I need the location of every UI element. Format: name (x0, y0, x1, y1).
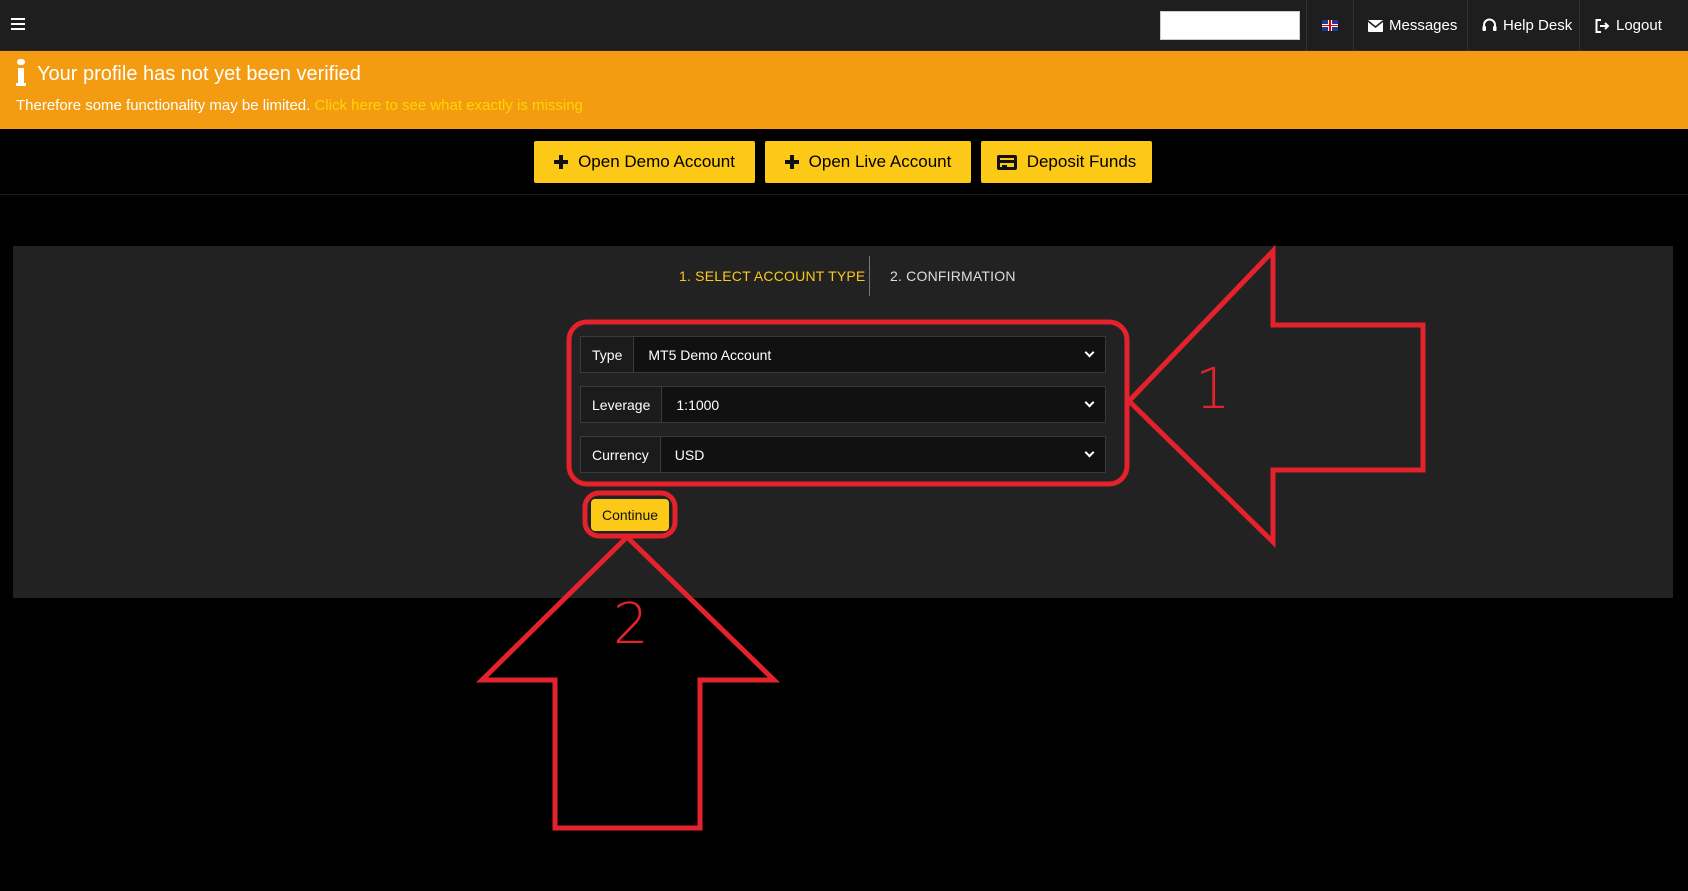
currency-field: Currency USD (580, 436, 1106, 473)
uk-flag-icon (1322, 20, 1338, 31)
deposit-funds-label: Deposit Funds (1026, 152, 1137, 171)
annotation-marker-1: 1 (1195, 357, 1231, 422)
language-selector[interactable] (1322, 0, 1338, 51)
account-type-value: MT5 Demo Account (648, 346, 772, 363)
nav-divider (1579, 0, 1580, 51)
leverage-select[interactable]: 1:1000 (662, 387, 1105, 422)
logout-link[interactable]: Logout (1595, 0, 1662, 51)
chevron-down-icon (1084, 397, 1095, 408)
help-desk-link[interactable]: Help Desk (1482, 0, 1572, 51)
type-label: Type (581, 337, 635, 372)
sign-out-icon (1595, 18, 1610, 33)
leverage-label: Leverage (581, 387, 663, 422)
annotation-marker-2: 2 (613, 592, 649, 657)
open-live-account-button[interactable]: Open Live Account (765, 141, 971, 183)
open-demo-account-label: Open Demo Account (578, 152, 735, 171)
logout-label: Logout (1616, 17, 1662, 34)
account-search-input[interactable] (1160, 11, 1300, 40)
alert-title: Your profile has not yet been verified (37, 63, 361, 85)
step-confirmation[interactable]: 2. CONFIRMATION (890, 268, 1016, 284)
step-select-account-type[interactable]: 1. SELECT ACCOUNT TYPE (679, 268, 865, 284)
nav-divider (1353, 0, 1354, 51)
deposit-funds-button[interactable]: Deposit Funds (981, 141, 1152, 183)
leverage-field: Leverage 1:1000 (580, 386, 1106, 423)
top-navbar: Messages Help Desk Logout (0, 0, 1688, 51)
leverage-value: 1:1000 (676, 396, 720, 413)
alert-text: Therefore some functionality may be limi… (16, 97, 583, 114)
messages-label: Messages (1389, 17, 1458, 34)
currency-label: Currency (581, 437, 661, 472)
currency-value: USD (674, 446, 705, 463)
plus-icon (554, 155, 569, 169)
account-actions-bar: Open Demo Account Open Live Account Depo… (0, 129, 1688, 195)
verification-alert: Your profile has not yet been verified T… (0, 51, 1688, 129)
chevron-down-icon (1084, 347, 1095, 358)
account-type-select[interactable]: MT5 Demo Account (634, 337, 1105, 372)
messages-link[interactable]: Messages (1368, 0, 1457, 51)
credit-card-icon (996, 154, 1017, 170)
chevron-down-icon (1084, 447, 1095, 458)
missing-info-link[interactable]: Click here to see what exactly is missin… (314, 97, 582, 114)
step-divider (869, 256, 870, 296)
open-demo-account-button[interactable]: Open Demo Account (534, 141, 755, 183)
nav-divider (1467, 0, 1468, 51)
plus-icon (784, 155, 799, 169)
envelope-icon (1368, 19, 1383, 32)
headset-icon (1482, 18, 1497, 31)
help-desk-label: Help Desk (1503, 17, 1573, 34)
continue-button[interactable]: Continue (591, 499, 669, 531)
alert-message: Therefore some functionality may be limi… (16, 97, 311, 114)
open-live-account-label: Open Live Account (808, 152, 952, 171)
info-icon (16, 59, 26, 86)
currency-select[interactable]: USD (660, 437, 1105, 472)
nav-divider (1306, 0, 1307, 51)
hamburger-icon[interactable] (11, 18, 25, 32)
account-type-field: Type MT5 Demo Account (580, 336, 1106, 373)
